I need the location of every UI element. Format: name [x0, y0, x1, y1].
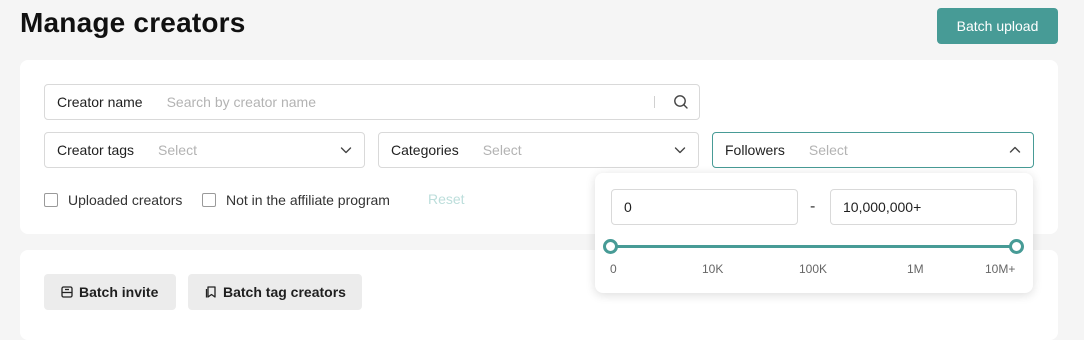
page-title: Manage creators	[20, 7, 246, 38]
batch-invite-label: Batch invite	[79, 284, 159, 300]
not-in-affiliate-checkbox[interactable]: Not in the affiliate program	[202, 191, 390, 209]
chevron-down-icon	[328, 133, 364, 167]
followers-range-popup: 0 - 10,000,000+ 0 10K 100K 1M 10M+	[595, 173, 1033, 293]
creator-tags-select[interactable]: Creator tags Select	[44, 132, 365, 168]
followers-select[interactable]: Followers Select	[712, 132, 1034, 168]
batch-tag-creators-button[interactable]: Batch tag creators	[188, 274, 362, 310]
creator-name-input[interactable]: Search by creator name	[167, 94, 654, 110]
slider-tick-label: 1M	[907, 262, 924, 276]
range-slider-max-handle[interactable]	[1009, 239, 1024, 254]
followers-max-input[interactable]: 10,000,000+	[830, 189, 1017, 225]
batch-invite-button[interactable]: Batch invite	[44, 274, 176, 310]
creator-tags-label: Creator tags	[57, 142, 135, 158]
search-icon[interactable]	[663, 85, 699, 119]
batch-upload-button[interactable]: Batch upload	[937, 8, 1058, 44]
range-slider-track[interactable]	[611, 245, 1017, 248]
creator-tags-placeholder: Select	[158, 142, 197, 158]
range-separator: -	[810, 198, 816, 215]
creator-name-label: Creator name	[57, 94, 143, 110]
categories-placeholder: Select	[482, 142, 522, 158]
checkbox-box[interactable]	[202, 193, 216, 207]
followers-placeholder: Select	[808, 142, 848, 158]
checkbox-label: Not in the affiliate program	[226, 192, 390, 208]
categories-select[interactable]: Categories Select	[378, 132, 699, 168]
slider-tick-label: 10M+	[985, 262, 1016, 276]
invite-icon	[60, 285, 74, 299]
slider-tick-label: 10K	[702, 262, 724, 276]
range-slider-min-handle[interactable]	[603, 239, 618, 254]
tag-icon	[204, 285, 218, 299]
input-divider	[654, 96, 655, 108]
followers-min-input[interactable]: 0	[611, 189, 798, 225]
slider-tick-label: 0	[610, 262, 617, 276]
creator-name-search[interactable]: Creator name Search by creator name	[44, 84, 700, 120]
checkbox-box[interactable]	[44, 193, 58, 207]
batch-tag-label: Batch tag creators	[223, 284, 346, 300]
reset-link[interactable]: Reset	[428, 191, 465, 207]
chevron-up-icon	[997, 133, 1033, 167]
uploaded-creators-checkbox[interactable]: Uploaded creators	[44, 191, 182, 209]
chevron-down-icon	[662, 133, 698, 167]
followers-label: Followers	[725, 142, 785, 158]
slider-tick-label: 100K	[799, 262, 828, 276]
checkbox-label: Uploaded creators	[68, 192, 183, 208]
categories-label: Categories	[391, 142, 459, 158]
